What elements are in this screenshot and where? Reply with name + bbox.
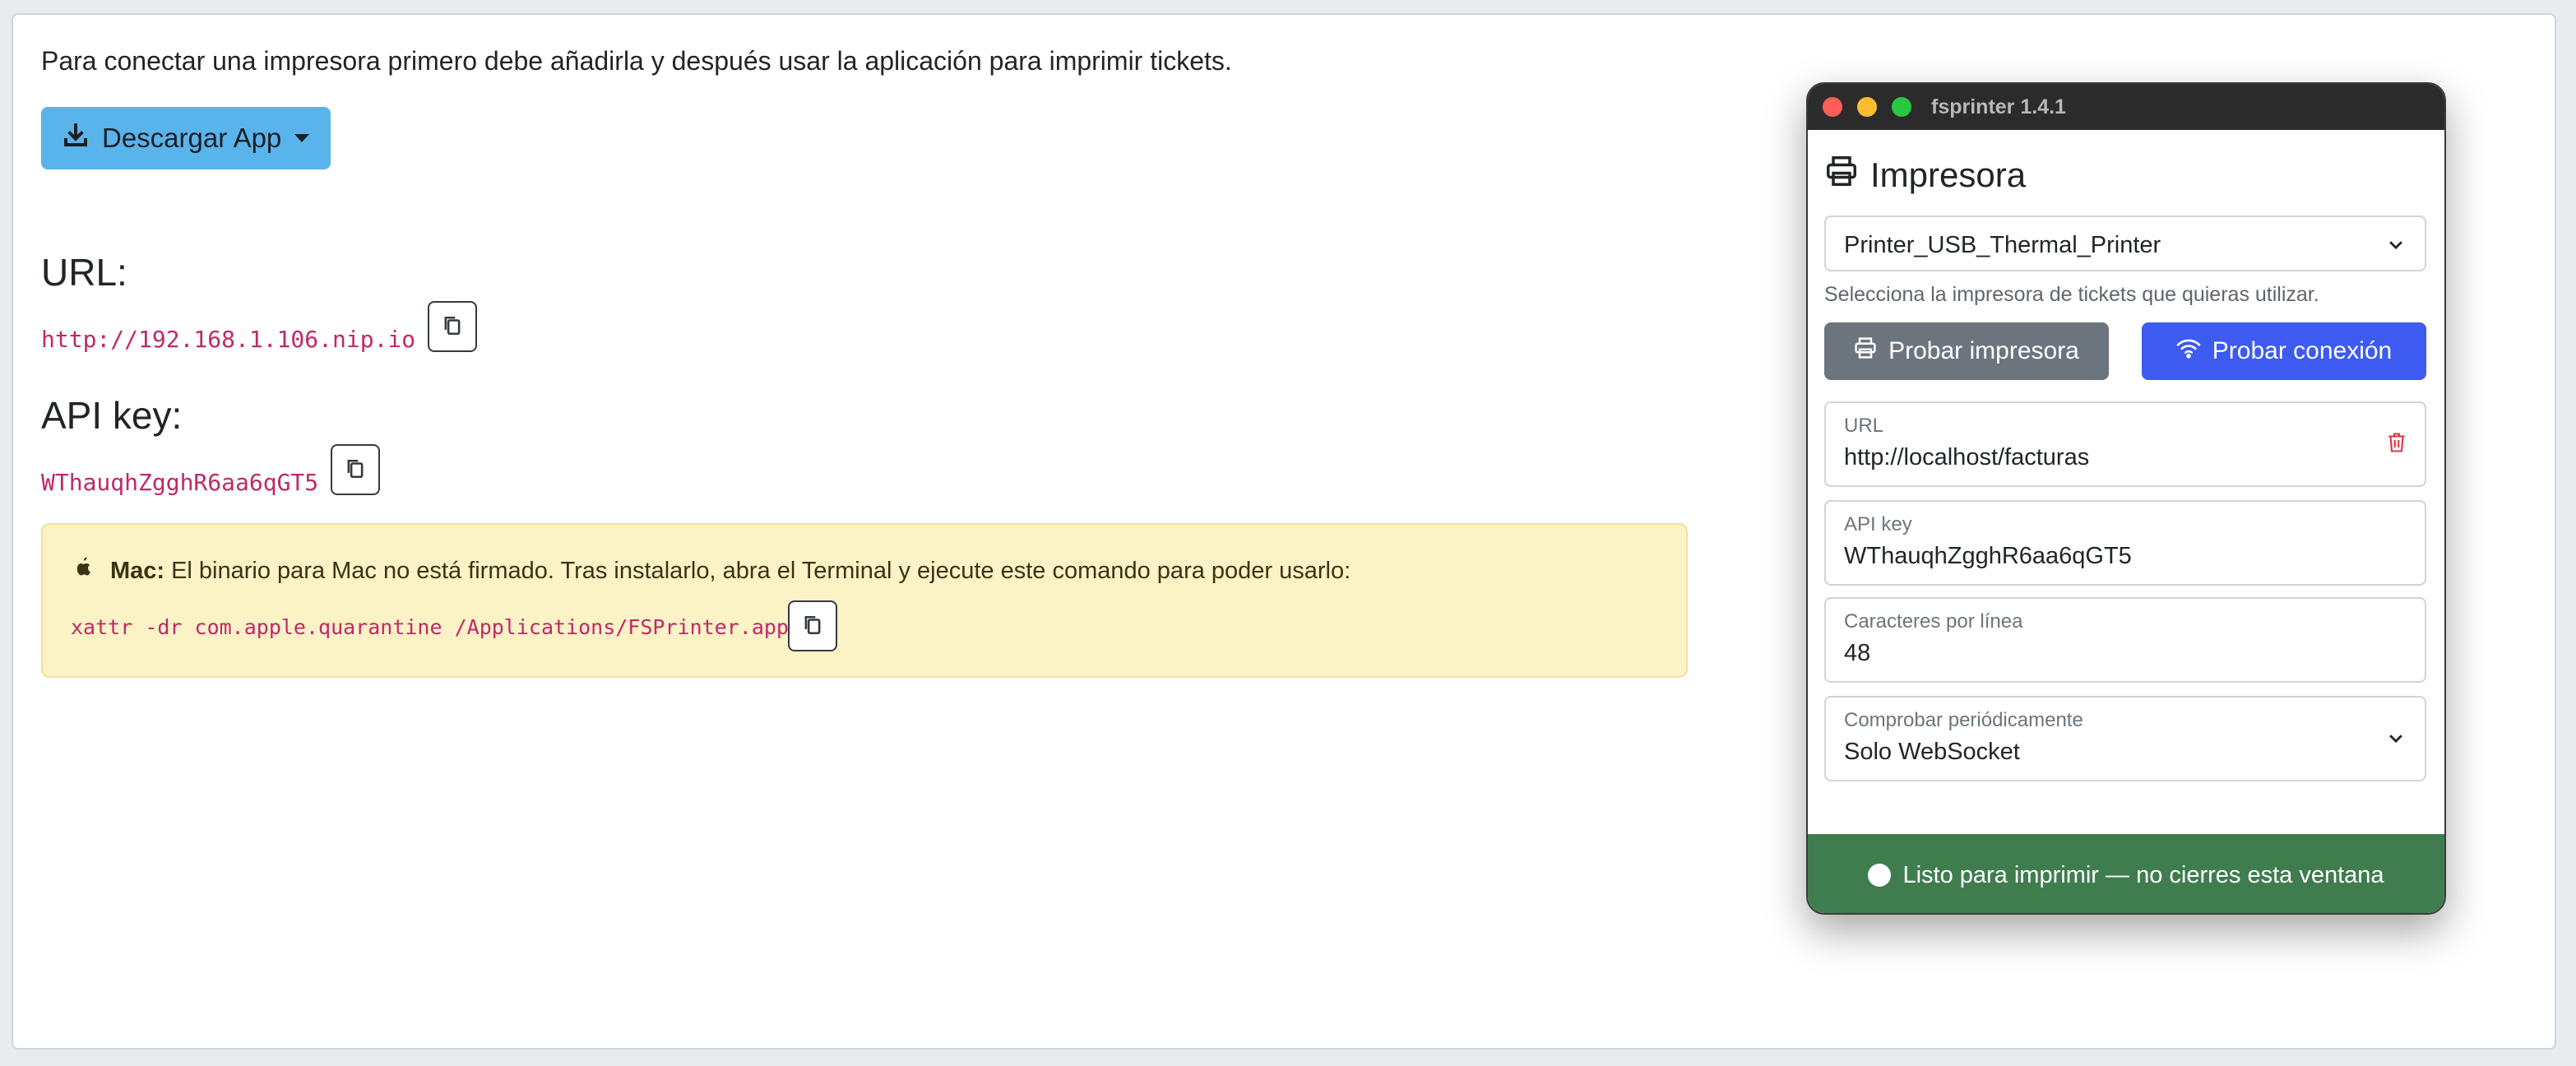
apikey-field[interactable]: API key WThauqhZgghR6aa6qGT5 bbox=[1824, 500, 2426, 586]
close-window-button[interactable] bbox=[1823, 97, 1842, 117]
url-field-value: http://localhost/facturas bbox=[1844, 444, 2090, 470]
window-body: Impresora Printer_USB_Thermal_Printer Se… bbox=[1808, 130, 2444, 913]
copy-command-button[interactable] bbox=[788, 600, 837, 651]
periodic-check-select[interactable]: Comprobar periódicamente Solo WebSocket bbox=[1824, 696, 2426, 781]
status-dot-icon bbox=[1868, 864, 1892, 887]
apikey-field-value: WThauqhZgghR6aa6qGT5 bbox=[1844, 543, 2132, 569]
chars-field-value: 48 bbox=[1844, 640, 1871, 666]
fsprinter-window: fsprinter 1.4.1 Impresora Printer_USB_Th… bbox=[1806, 82, 2446, 915]
download-icon bbox=[63, 122, 102, 155]
printer-icon bbox=[1854, 336, 1888, 366]
status-text: Listo para imprimir — no cierres esta ve… bbox=[1902, 861, 2384, 888]
test-connection-label: Probar conexión bbox=[2212, 337, 2393, 364]
wifi-icon bbox=[2176, 337, 2212, 365]
alert-message: Mac: El binario para Mac no está firmado… bbox=[72, 556, 1351, 586]
printer-icon bbox=[1824, 155, 1870, 196]
apikey-field-label: API key bbox=[1844, 513, 1912, 535]
test-printer-label: Probar impresora bbox=[1888, 337, 2079, 364]
apikey-heading: API key: bbox=[41, 394, 183, 437]
download-app-label: Descargar App bbox=[102, 123, 282, 153]
check-field-value: Solo WebSocket bbox=[1844, 739, 2020, 765]
chars-field-label: Caracteres por línea bbox=[1844, 610, 2023, 633]
window-title: fsprinter 1.4.1 bbox=[1931, 95, 2066, 118]
alert-bold-label: Mac: bbox=[110, 557, 165, 584]
minimize-window-button[interactable] bbox=[1857, 97, 1877, 117]
copy-url-button[interactable] bbox=[428, 301, 477, 352]
intro-text: Para conectar una impresora primero debe… bbox=[41, 46, 1232, 76]
alert-command: xattr -dr com.apple.quarantine /Applicat… bbox=[71, 615, 789, 639]
printer-select-value: Printer_USB_Thermal_Printer bbox=[1844, 232, 2161, 258]
printer-section-label: Impresora bbox=[1870, 155, 2027, 194]
status-bar: Listo para imprimir — no cierres esta ve… bbox=[1808, 834, 2444, 913]
copy-icon bbox=[802, 614, 823, 639]
url-field[interactable]: URL http://localhost/facturas bbox=[1824, 401, 2426, 487]
trash-icon[interactable] bbox=[2387, 431, 2407, 458]
printer-section-title: Impresora bbox=[1824, 155, 2026, 196]
copy-icon bbox=[442, 314, 463, 340]
printer-select[interactable]: Printer_USB_Thermal_Printer bbox=[1824, 216, 2426, 271]
test-connection-button[interactable]: Probar conexión bbox=[2142, 322, 2426, 380]
test-printer-button[interactable]: Probar impresora bbox=[1824, 322, 2109, 380]
chevron-down-icon bbox=[2387, 729, 2405, 751]
chars-per-line-field[interactable]: Caracteres por línea 48 bbox=[1824, 597, 2426, 683]
copy-icon bbox=[345, 457, 366, 483]
zoom-window-button[interactable] bbox=[1892, 97, 1911, 117]
url-field-label: URL bbox=[1844, 415, 1884, 437]
caret-down-icon bbox=[294, 134, 310, 142]
apple-icon bbox=[72, 556, 110, 586]
url-heading: URL: bbox=[41, 251, 127, 294]
download-app-button[interactable]: Descargar App bbox=[41, 107, 331, 169]
check-field-label: Comprobar periódicamente bbox=[1844, 709, 2083, 731]
copy-apikey-button[interactable] bbox=[331, 444, 380, 495]
chevron-down-icon bbox=[2387, 235, 2405, 257]
window-titlebar[interactable]: fsprinter 1.4.1 bbox=[1808, 84, 2444, 130]
mac-warning-alert: Mac: El binario para Mac no está firmado… bbox=[41, 523, 1688, 678]
printer-help-text: Selecciona la impresora de tickets que q… bbox=[1824, 283, 2319, 306]
apikey-value: WThauqhZgghR6aa6qGT5 bbox=[41, 469, 319, 496]
alert-text: El binario para Mac no está firmado. Tra… bbox=[171, 557, 1351, 584]
url-value: http://192.168.1.106.nip.io bbox=[41, 326, 416, 353]
